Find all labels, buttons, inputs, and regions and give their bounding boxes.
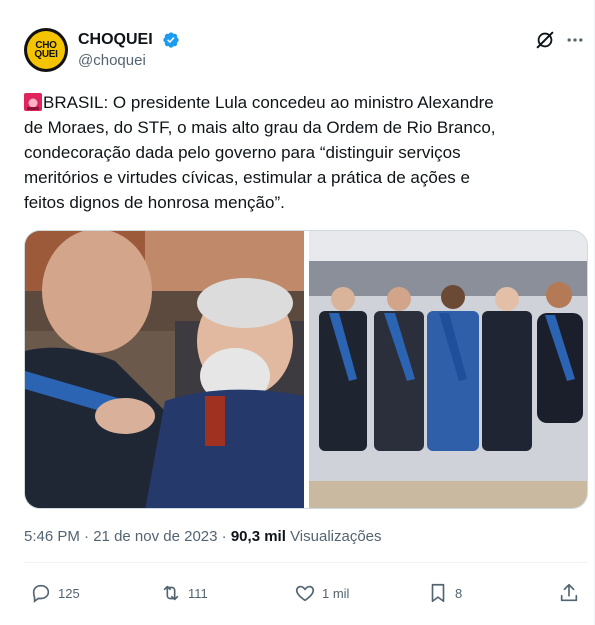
reply-icon	[32, 584, 50, 603]
verified-badge-icon	[163, 32, 179, 48]
bookmark-count: 8	[455, 585, 463, 601]
retweet-icon	[163, 585, 179, 601]
like-count: 1 mil	[322, 585, 350, 601]
choquei-logo: CHO QUEI	[27, 31, 65, 69]
siren-emoji-icon	[24, 93, 42, 111]
more-options-icon[interactable]	[565, 30, 585, 50]
views-label: Visualizações	[290, 528, 382, 545]
grok-icon[interactable]	[534, 29, 556, 51]
share-button[interactable]	[558, 580, 580, 606]
handle[interactable]: @choquei	[78, 52, 146, 69]
bookmark-icon	[431, 583, 445, 603]
media-grid	[24, 230, 588, 509]
photo-ceremony-closeup[interactable]	[25, 231, 304, 509]
views-count: 90,3 mil	[230, 528, 286, 545]
tweet-date[interactable]: 21 de nov de 2023	[93, 528, 217, 545]
share-icon	[560, 583, 578, 602]
tweet-body: BRASIL: O presidente Lula concedeu ao mi…	[24, 93, 496, 212]
like-button[interactable]: 1 mil	[294, 580, 349, 606]
divider	[24, 562, 588, 563]
bookmark-button[interactable]: 8	[427, 580, 462, 606]
reply-button[interactable]: 125	[30, 580, 80, 606]
tweet-time[interactable]: 5:46 PM	[24, 528, 80, 545]
retweet-count: 111	[188, 585, 208, 601]
photo-group-ceremony[interactable]	[309, 231, 588, 509]
avatar[interactable]: CHO QUEI	[24, 28, 68, 72]
display-name[interactable]: CHOQUEI	[78, 31, 153, 49]
reply-count: 125	[58, 585, 80, 601]
tweet-card: CHO QUEI CHOQUEI @choquei BRASIL: O pres…	[0, 0, 595, 625]
tweet-text: BRASIL: O presidente Lula concedeu ao mi…	[24, 90, 574, 215]
heart-icon	[295, 585, 315, 602]
retweet-button[interactable]: 111	[160, 580, 208, 606]
tweet-meta: 5:46 PM · 21 de nov de 2023 · 90,3 mil V…	[24, 528, 382, 545]
